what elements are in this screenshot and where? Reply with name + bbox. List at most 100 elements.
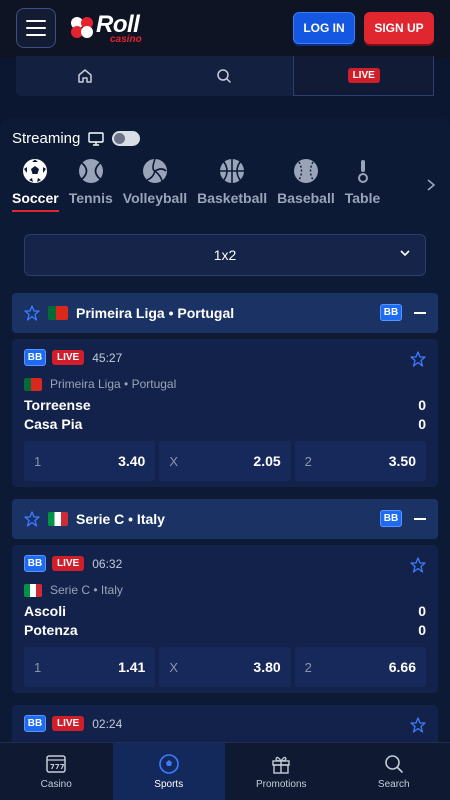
volleyball-icon [142,158,167,183]
tab-label: Basketball [197,190,268,206]
match-competition: Serie C • Italy [24,583,123,597]
odds-key: X [169,659,178,675]
portugal-flag-icon [48,306,68,320]
tennis-ball-icon [78,159,103,183]
subnav-home[interactable] [16,56,155,96]
match-card[interactable]: BB LIVE 45:27 Primeira Liga • Portugal T… [12,339,438,487]
collapse-minus-icon[interactable] [414,312,426,314]
monitor-icon [88,131,105,146]
favorite-star-icon[interactable] [24,305,40,321]
odds-key: 2 [304,453,312,469]
live-badge: LIVE [347,68,380,83]
tab-label: Baseball [277,190,335,206]
baseball-icon [293,159,318,183]
bottom-nav-search[interactable]: Search [338,743,450,800]
clover-logo-icon [71,17,93,38]
sports-content-panel: Streaming Soccer Tennis Volleyball Baske… [0,118,450,800]
bet-builder-badge: BB [380,304,402,321]
odds-value: 3.40 [118,453,146,469]
sign-up-button[interactable]: SIGN UP [364,12,434,44]
bottom-nav-promotions[interactable]: Promotions [225,743,338,800]
odds-row: 1 3.40 X 2.05 2 3.50 [24,441,426,481]
tab-baseball[interactable]: Baseball [277,158,335,218]
home-icon [78,69,93,83]
odds-button-draw[interactable]: X 2.05 [159,441,291,481]
search-icon [384,755,403,773]
home-team: Torreense [24,397,91,413]
favorite-star-icon[interactable] [24,511,40,527]
match-clock: 45:27 [92,350,123,365]
streaming-filter: Streaming [12,130,141,147]
roll-casino-logo[interactable]: Roll casino [68,11,158,47]
tab-tennis[interactable]: Tennis [69,158,113,218]
match-status-row: BB LIVE 06:32 [24,555,122,572]
league-header-serie-c[interactable]: Serie C • Italy BB [12,499,438,539]
bottom-nav-label: Search [377,779,410,790]
league-name: Serie C • Italy [76,511,165,527]
menu-line [26,27,46,29]
odds-button-home[interactable]: 1 3.40 [24,441,156,481]
tab-volleyball[interactable]: Volleyball [123,158,187,218]
bet-builder-badge: BB [380,510,402,527]
match-clock: 06:32 [92,556,123,571]
basketball-icon [220,159,245,183]
menu-line [26,34,46,36]
chevron-down-icon [400,250,410,257]
bet-builder-badge: BB [24,349,46,366]
odds-key: 1 [34,453,42,469]
odds-value: 3.50 [388,453,416,469]
odds-button-draw[interactable]: X 3.80 [159,647,291,687]
slot-machine-icon: 777 [46,755,66,773]
league-header-primeira-liga[interactable]: Primeira Liga • Portugal BB [12,293,438,333]
odds-button-away[interactable]: 2 6.66 [294,647,426,687]
competition-label: Primeira Liga • Portugal [50,377,177,391]
odds-key: 1 [34,659,42,675]
svg-text:777: 777 [50,763,65,771]
tab-label: Table [344,190,381,206]
live-badge: LIVE [52,556,85,571]
bottom-nav-sports[interactable]: Sports [112,743,225,800]
sub-navigation: LIVE [16,56,435,96]
market-select[interactable]: 1x2 [24,234,426,276]
bottom-navigation: 777 Casino Sports Promotions Search [0,742,450,800]
scroll-right-chevron-icon[interactable] [426,178,436,195]
subnav-live[interactable]: LIVE [293,56,435,96]
away-score: 0 [418,416,426,432]
odds-value: 6.66 [388,659,416,675]
odds-key: X [169,453,178,469]
favorite-star-icon[interactable] [410,557,426,573]
odds-row: 1 1.41 X 3.80 2 6.66 [24,647,426,687]
away-team: Casa Pia [24,416,83,432]
live-badge: LIVE [52,350,85,365]
hamburger-menu-button[interactable] [16,8,56,48]
collapse-minus-icon[interactable] [414,518,426,520]
bottom-nav-label: Promotions [255,779,307,790]
favorite-star-icon[interactable] [410,717,426,733]
tab-basketball[interactable]: Basketball [197,158,267,218]
tab-table-tennis[interactable]: Table [344,158,381,218]
sports-ball-icon [158,754,179,774]
streaming-toggle[interactable] [112,131,141,146]
home-score: 0 [418,603,426,619]
odds-button-home[interactable]: 1 1.41 [24,647,156,687]
bottom-nav-label: Sports [154,779,184,790]
away-team: Potenza [24,622,78,638]
favorite-star-icon[interactable] [410,351,426,367]
italy-flag-icon [24,583,42,597]
bet-builder-badge: BB [24,555,46,572]
streaming-label: Streaming [12,130,81,147]
log-in-button[interactable]: LOG IN [293,12,355,44]
match-clock: 02:24 [92,716,123,731]
tab-label: Tennis [68,190,113,206]
tab-soccer[interactable]: Soccer [12,158,59,218]
odds-button-away[interactable]: 2 3.50 [294,441,426,481]
odds-key: 2 [304,659,312,675]
live-badge: LIVE [52,716,85,731]
bottom-nav-casino[interactable]: 777 Casino [0,743,113,800]
italy-flag-icon [48,512,68,526]
gift-icon [272,756,290,774]
league-name: Primeira Liga • Portugal [76,305,235,321]
match-card[interactable]: BB LIVE 06:32 Serie C • Italy Ascoli 0 P… [12,545,438,693]
subnav-search[interactable] [155,56,294,96]
search-icon [217,69,231,83]
